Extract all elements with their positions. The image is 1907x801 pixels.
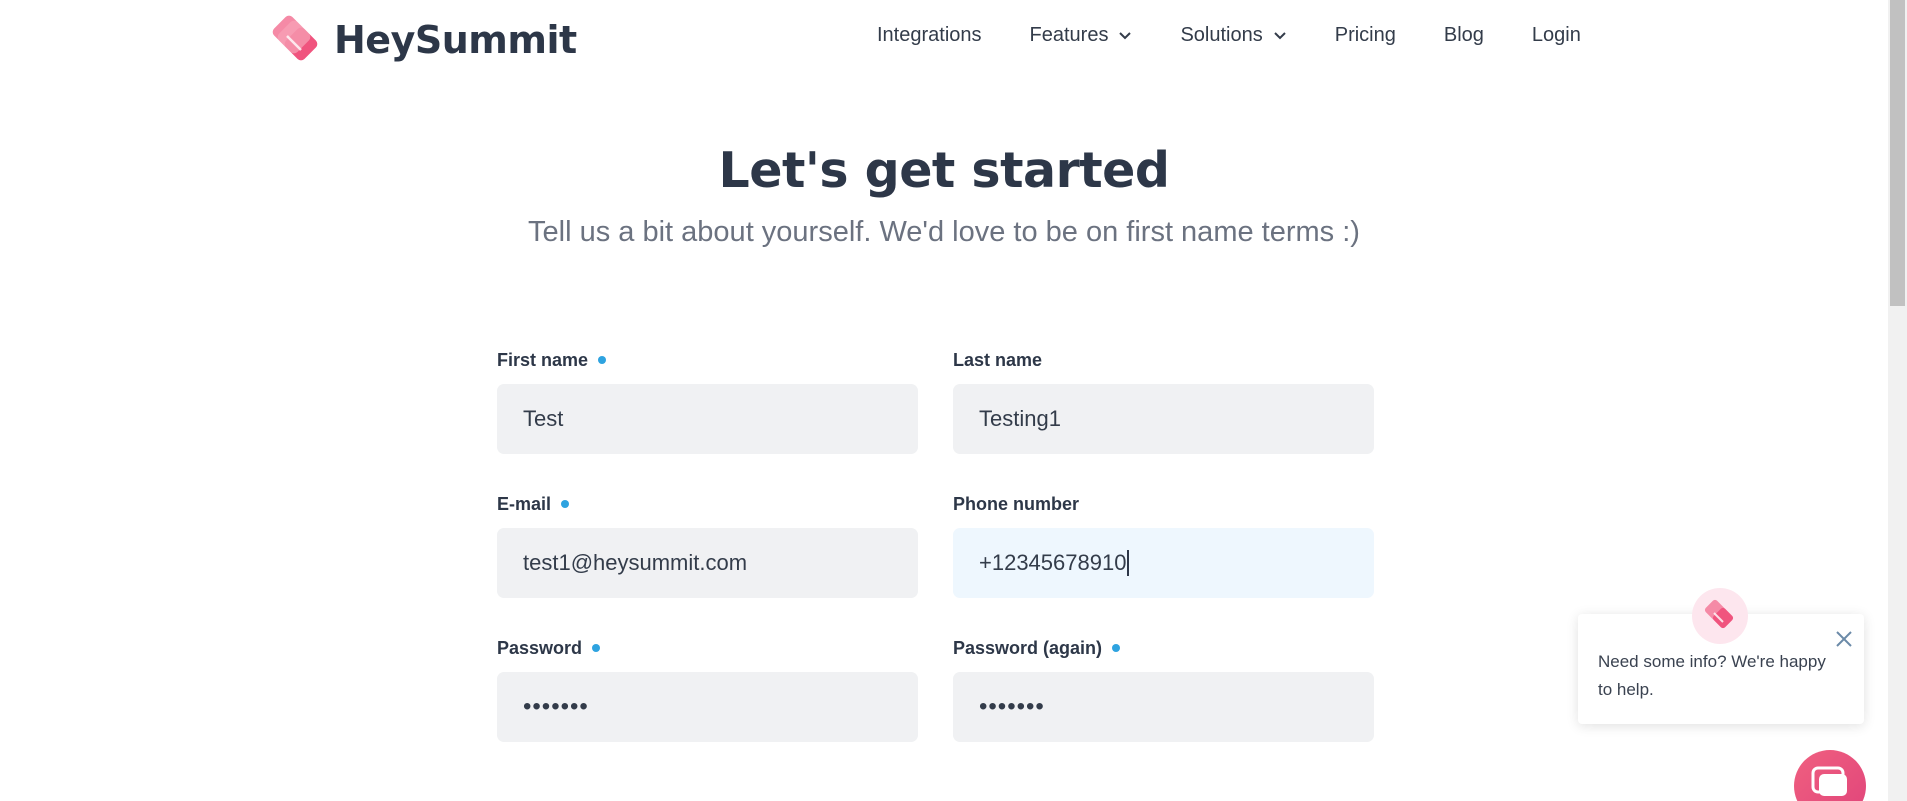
- email-field: E-mail test1@heysummit.com: [497, 492, 918, 598]
- nav-pricing[interactable]: Pricing: [1335, 24, 1396, 47]
- password-again-field: Password (again) •••••••: [953, 636, 1374, 742]
- required-indicator: [561, 500, 570, 508]
- last-name-label-text: Last name: [953, 349, 1043, 370]
- nav-integrations-label: Integrations: [877, 24, 982, 46]
- last-name-label: Last name: [953, 348, 1374, 372]
- phone-label-text: Phone number: [953, 493, 1080, 514]
- main-nav: Integrations Features Solutions Pricing …: [877, 24, 1581, 47]
- password-value: •••••••: [523, 693, 589, 720]
- required-indicator: [592, 644, 601, 652]
- chat-bubble-icon: [1811, 766, 1847, 796]
- password-again-value: •••••••: [979, 693, 1045, 720]
- first-name-field: First name Test: [497, 348, 918, 454]
- required-indicator: [598, 356, 607, 364]
- nav-solutions[interactable]: Solutions: [1180, 24, 1286, 47]
- page-subtitle: Tell us a bit about yourself. We'd love …: [528, 216, 1360, 248]
- last-name-field: Last name Testing1: [953, 348, 1374, 454]
- nav-integrations[interactable]: Integrations: [877, 24, 982, 47]
- chat-launcher-button[interactable]: [1794, 750, 1866, 801]
- first-name-input[interactable]: Test: [497, 384, 918, 454]
- nav-login[interactable]: Login: [1532, 24, 1581, 47]
- nav-solutions-label: Solutions: [1180, 24, 1263, 46]
- first-name-value: Test: [523, 406, 564, 431]
- heysummit-logo-icon: [268, 13, 324, 67]
- heysummit-logo[interactable]: HeySummit: [268, 13, 577, 67]
- text-caret: [1127, 550, 1130, 576]
- nav-login-label: Login: [1531, 24, 1581, 46]
- password-again-label: Password (again): [953, 636, 1374, 660]
- chevron-down-icon: [1119, 31, 1132, 39]
- brand-name: HeySummit: [334, 18, 577, 62]
- first-name-label: First name: [497, 348, 918, 372]
- page-title: Let's get started: [718, 142, 1170, 199]
- phone-input[interactable]: +12345678910: [953, 528, 1374, 598]
- last-name-value: Testing1: [979, 406, 1061, 431]
- last-name-input[interactable]: Testing1: [953, 384, 1374, 454]
- password-again-label-text: Password (again): [953, 637, 1103, 658]
- email-label: E-mail: [497, 492, 918, 516]
- password-field: Password •••••••: [497, 636, 918, 742]
- phone-label: Phone number: [953, 492, 1374, 516]
- chat-avatar: [1692, 588, 1748, 644]
- heysummit-logo-icon: [1704, 599, 1734, 629]
- phone-value: +12345678910: [979, 550, 1127, 575]
- required-indicator: [1112, 644, 1121, 652]
- password-label: Password: [497, 636, 918, 660]
- nav-blog[interactable]: Blog: [1444, 24, 1484, 47]
- password-label-text: Password: [497, 637, 583, 658]
- nav-features-label: Features: [1029, 24, 1109, 46]
- nav-pricing-label: Pricing: [1334, 24, 1396, 46]
- scrollbar-thumb[interactable]: [1890, 0, 1905, 306]
- email-value: test1@heysummit.com: [523, 550, 748, 575]
- page-scrollbar[interactable]: [1888, 0, 1907, 801]
- first-name-label-text: First name: [497, 349, 589, 370]
- chevron-down-icon: [1274, 31, 1286, 39]
- nav-features[interactable]: Features: [1030, 24, 1133, 47]
- email-input[interactable]: test1@heysummit.com: [497, 528, 918, 598]
- email-label-text: E-mail: [497, 493, 552, 514]
- close-icon[interactable]: [1833, 628, 1855, 650]
- chat-message: Need some info? We're happy to help.: [1598, 652, 1826, 699]
- site-header: HeySummit Integrations Features Solution…: [0, 0, 1888, 80]
- nav-blog-label: Blog: [1443, 24, 1484, 46]
- password-again-input[interactable]: •••••••: [953, 672, 1374, 742]
- phone-field: Phone number +12345678910: [953, 492, 1374, 598]
- password-input[interactable]: •••••••: [497, 672, 918, 742]
